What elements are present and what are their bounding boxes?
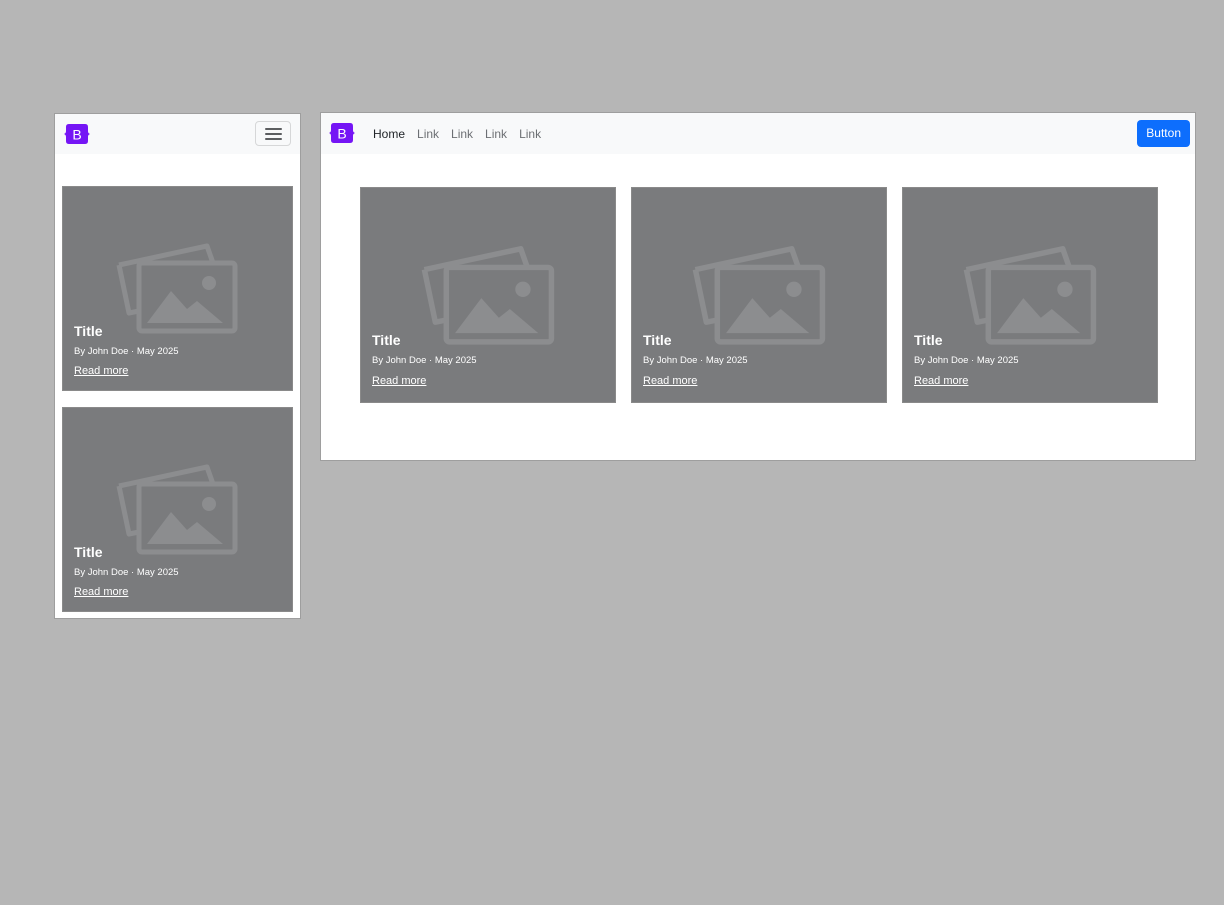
- bootstrap-logo-icon[interactable]: B: [63, 122, 91, 146]
- card-meta: By John Doe · May 2025: [372, 355, 477, 366]
- hamburger-menu-icon: [265, 128, 282, 130]
- image-placeholder-icon: [421, 246, 555, 345]
- read-more-link[interactable]: Read more: [74, 365, 128, 377]
- bootstrap-logo-icon[interactable]: B: [328, 121, 356, 145]
- navbar: B Home Link Link Link Link Button: [321, 113, 1195, 154]
- card-meta: By John Doe · May 2025: [74, 346, 179, 357]
- navbar: B: [55, 114, 300, 154]
- card-title: Title: [914, 332, 943, 348]
- bootstrap-logo-letter: B: [72, 127, 81, 143]
- image-placeholder-icon: [963, 246, 1097, 345]
- primary-button[interactable]: Button: [1137, 120, 1190, 147]
- nav-link[interactable]: Link: [485, 127, 507, 141]
- read-more-link[interactable]: Read more: [914, 375, 968, 387]
- card-meta: By John Doe · May 2025: [643, 355, 748, 366]
- read-more-link[interactable]: Read more: [372, 375, 426, 387]
- card: Title By John Doe · May 2025 Read more: [632, 188, 886, 402]
- nav-link-home[interactable]: Home: [373, 127, 405, 141]
- mobile-preview-frame: B Title By John Doe · May 2025 Read more: [55, 114, 300, 618]
- card-title: Title: [643, 332, 672, 348]
- card-meta: By John Doe · May 2025: [74, 567, 179, 578]
- card-title: Title: [74, 544, 103, 560]
- read-more-link[interactable]: Read more: [643, 375, 697, 387]
- card: Title By John Doe · May 2025 Read more: [903, 188, 1157, 402]
- nav-link[interactable]: Link: [519, 127, 541, 141]
- bootstrap-logo-letter: B: [337, 126, 346, 142]
- image-placeholder-icon: [116, 464, 238, 555]
- navbar-toggler-button[interactable]: [255, 121, 291, 146]
- card: Title By John Doe · May 2025 Read more: [361, 188, 615, 402]
- nav-links: Home Link Link Link Link: [373, 113, 553, 154]
- nav-link[interactable]: Link: [451, 127, 473, 141]
- card-meta: By John Doe · May 2025: [914, 355, 1019, 366]
- nav-link[interactable]: Link: [417, 127, 439, 141]
- card: Title By John Doe · May 2025 Read more: [63, 187, 292, 390]
- card: Title By John Doe · May 2025 Read more: [63, 408, 292, 611]
- desktop-preview-frame: B Home Link Link Link Link Button Title …: [321, 113, 1195, 460]
- card-title: Title: [372, 332, 401, 348]
- image-placeholder-icon: [116, 243, 238, 334]
- card-title: Title: [74, 323, 103, 339]
- read-more-link[interactable]: Read more: [74, 586, 128, 598]
- image-placeholder-icon: [692, 246, 826, 345]
